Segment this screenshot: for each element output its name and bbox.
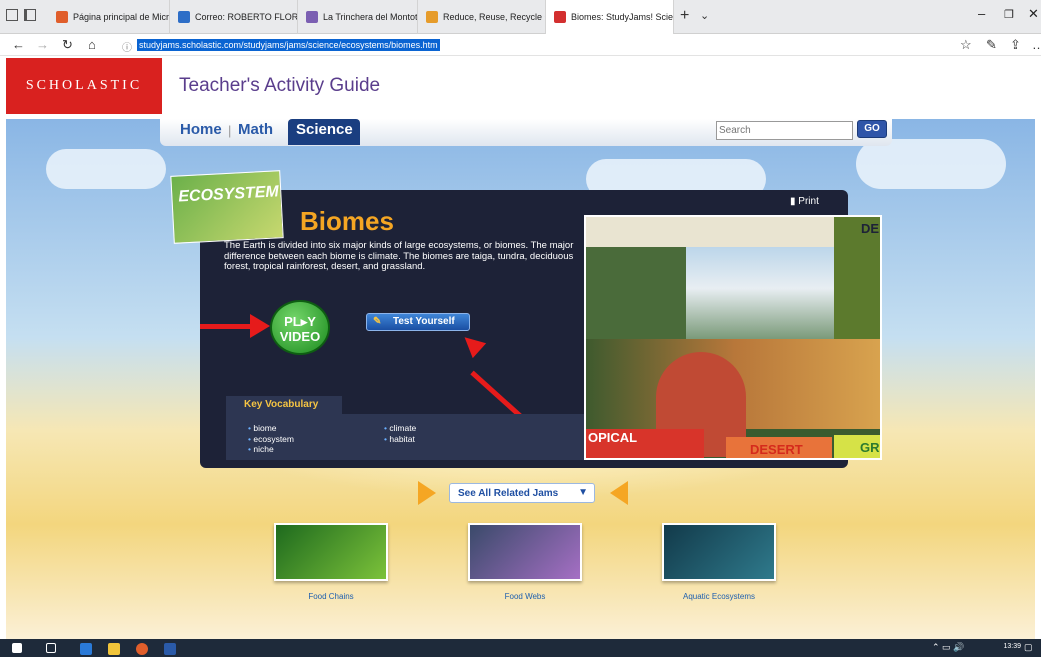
game-favicon bbox=[426, 11, 438, 23]
tab-actions bbox=[6, 9, 36, 21]
home-icon[interactable]: ⌂ bbox=[88, 37, 96, 52]
word-taskbar-icon[interactable] bbox=[164, 643, 176, 655]
tab-label: Biomes: StudyJams! Scie bbox=[571, 12, 674, 22]
test-yourself-button[interactable]: ✎ Test Yourself bbox=[366, 313, 470, 331]
tab-label: La Trinchera del Montoto - ( bbox=[323, 12, 418, 22]
url-field[interactable]: studyjams.scholastic.com/studyjams/jams/… bbox=[137, 39, 440, 51]
browser-tab[interactable]: Página principal de Microso bbox=[48, 0, 170, 34]
share-icon[interactable]: ⇪ bbox=[1010, 37, 1021, 53]
annotation-arrow-head bbox=[250, 314, 270, 338]
ecosystem-badge: ECOSYSTEM bbox=[170, 170, 284, 244]
play-label-bottom: VIDEO bbox=[279, 329, 321, 344]
print-link[interactable]: ▮ Print bbox=[790, 196, 819, 207]
forward-icon[interactable]: → bbox=[36, 37, 49, 52]
annotation-arrow-shaft bbox=[200, 324, 252, 329]
dropdown-triangle-icon: ▼ bbox=[578, 487, 588, 498]
print-icon: ▮ bbox=[790, 196, 796, 207]
food-webs-link[interactable]: Food Webs bbox=[455, 592, 595, 601]
biome-collage-image[interactable]: OPICAL DESERT GR DE bbox=[584, 215, 882, 460]
browser-tab-active[interactable]: Biomes: StudyJams! Scie ✕ bbox=[546, 0, 674, 34]
edge-taskbar-icon[interactable] bbox=[80, 643, 92, 655]
close-window-icon[interactable]: ✕ bbox=[1028, 6, 1039, 22]
print-label: Print bbox=[798, 196, 819, 207]
tab-label: Reduce, Reuse, Recycle Gam bbox=[443, 12, 545, 22]
vocab-list-2: • climate • habitat bbox=[384, 423, 416, 444]
start-icon[interactable] bbox=[12, 643, 22, 653]
scholastic-logo[interactable]: SCHOLASTIC bbox=[6, 58, 162, 114]
favorites-icon[interactable]: ☆ bbox=[960, 37, 972, 53]
tab-label: Página principal de Microso bbox=[73, 12, 170, 22]
restore-icon[interactable]: ❐ bbox=[1004, 8, 1014, 21]
nav-math[interactable]: Math bbox=[238, 121, 273, 138]
scholastic-favicon bbox=[554, 11, 566, 23]
new-tab-button[interactable]: + bbox=[680, 7, 689, 25]
food-chains-thumbnail[interactable] bbox=[274, 523, 388, 581]
vocab-item[interactable]: • climate bbox=[384, 423, 416, 434]
notifications-icon[interactable]: ▢ bbox=[1024, 642, 1033, 653]
browser-tab[interactable]: Reduce, Reuse, Recycle Gam bbox=[418, 0, 546, 34]
food-chains-link[interactable]: Food Chains bbox=[261, 592, 401, 601]
forest-panel bbox=[586, 247, 686, 339]
vocab-item[interactable]: • ecosystem bbox=[248, 434, 294, 445]
site-info-icon[interactable]: ⓘ bbox=[122, 39, 132, 54]
app-taskbar-icon[interactable] bbox=[136, 643, 148, 655]
aquatic-ecosystems-thumbnail[interactable] bbox=[662, 523, 776, 581]
nav-separator: | bbox=[228, 123, 232, 138]
tab-preview-icon[interactable] bbox=[6, 9, 18, 21]
vocab-item[interactable]: • habitat bbox=[384, 434, 416, 445]
next-arrow-icon[interactable] bbox=[610, 481, 628, 505]
prev-arrow-icon[interactable] bbox=[418, 481, 436, 505]
tab-label: Correo: ROBERTO FLOREZ P bbox=[195, 12, 298, 22]
food-webs-thumbnail[interactable] bbox=[468, 523, 582, 581]
windows-taskbar bbox=[0, 639, 1041, 657]
page-title: Teacher's Activity Guide bbox=[179, 75, 381, 96]
set-aside-tabs-icon[interactable] bbox=[24, 9, 36, 21]
vocab-list-1: • biome • ecosystem • niche bbox=[248, 423, 294, 455]
pencil-icon: ✎ bbox=[373, 316, 382, 327]
lesson-intro: The Earth is divided into six major kind… bbox=[224, 240, 574, 272]
vocab-item[interactable]: • biome bbox=[248, 423, 294, 434]
play-video-button[interactable]: PL▸Y VIDEO bbox=[270, 300, 330, 355]
tab-list-chevron-icon[interactable]: ⌄ bbox=[700, 9, 709, 22]
play-label-top: PL▸Y bbox=[284, 314, 316, 329]
vocab-item[interactable]: • niche bbox=[248, 444, 294, 455]
nav-science[interactable]: Science bbox=[296, 121, 353, 138]
clock[interactable]: 13:39 bbox=[1003, 643, 1021, 651]
browser-tab[interactable]: Correo: ROBERTO FLOREZ P bbox=[170, 0, 298, 34]
cloud bbox=[856, 139, 1006, 189]
cloud bbox=[46, 149, 166, 189]
clock-time: 13:39 bbox=[1003, 643, 1021, 650]
pen-icon[interactable]: ✎ bbox=[986, 37, 997, 53]
search-input[interactable] bbox=[716, 121, 853, 140]
microsoft-favicon bbox=[56, 11, 68, 23]
minimize-icon[interactable]: – bbox=[978, 6, 985, 21]
system-tray-icons[interactable]: ⌃ ▭ 🔊 bbox=[932, 642, 964, 653]
key-vocabulary-tab[interactable]: Key Vocabulary bbox=[226, 396, 342, 414]
back-icon[interactable]: ← bbox=[12, 37, 25, 52]
collage-label-grassland: GR bbox=[860, 440, 880, 455]
go-button[interactable]: GO bbox=[857, 120, 887, 138]
nav-home[interactable]: Home bbox=[180, 121, 222, 138]
test-label: Test Yourself bbox=[393, 316, 455, 327]
collage-label-desert: DESERT bbox=[750, 442, 803, 457]
see-all-related-jams-button[interactable]: See All Related Jams ▼ bbox=[449, 483, 595, 503]
tundra-panel bbox=[686, 247, 834, 339]
lesson-title: Biomes bbox=[300, 206, 394, 236]
task-view-icon[interactable] bbox=[46, 643, 56, 653]
blog-favicon bbox=[306, 11, 318, 23]
file-explorer-icon[interactable] bbox=[108, 643, 120, 655]
related-jams-label: See All Related Jams bbox=[458, 488, 559, 499]
refresh-icon[interactable]: ↻ bbox=[62, 37, 73, 53]
collage-label-deciduous: DE bbox=[861, 221, 880, 236]
more-icon[interactable]: … bbox=[1032, 37, 1041, 52]
outlook-favicon bbox=[178, 11, 190, 23]
collage-label-tropical: OPICAL bbox=[588, 430, 638, 445]
aquatic-ecosystems-link[interactable]: Aquatic Ecosystems bbox=[649, 592, 789, 601]
browser-tab[interactable]: La Trinchera del Montoto - ( bbox=[298, 0, 418, 34]
brand-name: SCHOLASTIC bbox=[25, 78, 143, 93]
